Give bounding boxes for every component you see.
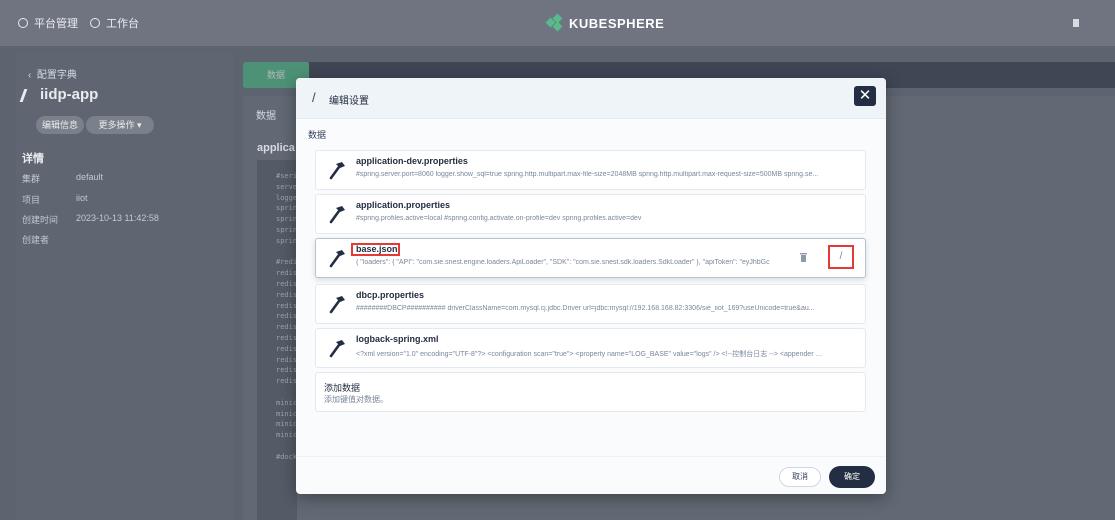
code-line: redis [276,377,298,386]
detail-value: default [76,172,104,182]
code-line: logge [276,193,298,202]
trash-icon[interactable] [800,253,807,262]
item-desc: #spring.profiles.active=local #spring.co… [356,215,642,222]
brand-name: KUBESPHERE [569,15,665,31]
code-line: redis [276,334,298,342]
workbench-icon [90,18,100,28]
item-desc: #spring.server.port=8060 logger.show_sql… [356,171,819,178]
data-item-base-json[interactable]: base.json { "loaders": { "API": "com.sie… [315,238,866,278]
hammer-icon [329,206,345,224]
code-line: redis [276,323,298,332]
modal-header [296,78,886,119]
detail-row-project: 项目 iiot [22,193,222,206]
hammer-icon [329,162,345,180]
hammer-icon [329,340,345,358]
modal-title: 编辑设置 [329,96,369,107]
code-line: minic [276,431,298,440]
hammer-icon [329,250,345,268]
code-line: redis [276,290,298,299]
add-data-item[interactable]: 添加数据 添加键值对数据。 [315,372,866,412]
kubesphere-logo[interactable]: KUBESPHERE [545,12,665,34]
back-link[interactable]: ‹ 配置字典 [28,66,77,81]
item-name: base.json [356,244,398,254]
data-item-application-dev[interactable]: application-dev.properties #spring.serve… [315,150,866,190]
back-label: 配置字典 [36,70,77,81]
item-name: application-dev.properties [356,156,468,166]
close-button[interactable]: ✕ [854,86,876,106]
item-desc: ########DBCP########## driverClassName=c… [356,305,815,312]
detail-row-created: 创建时间 2023-10-13 11:42:58 [22,213,222,226]
detail-row-cluster: 集群 default [22,172,222,185]
more-actions-button[interactable]: 更多操作 ▾ [86,116,154,134]
edit-icon: / [312,90,316,105]
add-data-desc: 添加键值对数据。 [324,395,388,404]
code-line: redis [276,355,298,364]
code-line: sprin [276,215,298,224]
edit-item-button[interactable]: / [828,245,854,269]
code-line: redis [276,366,298,375]
modal-section-label: 数据 [308,130,327,140]
code-line: sprin [276,226,298,234]
detail-title: 详情 [22,153,44,165]
data-item-application[interactable]: application.properties #spring.profiles.… [315,194,866,234]
item-name: application.properties [356,200,451,210]
platform-icon [18,18,28,28]
code-panel-title: applica [257,142,295,154]
add-data-title: 添加数据 [324,383,361,393]
item-desc: { "loaders": { "API": "com.sie.snest.eng… [356,259,770,266]
modal-footer-divider [296,456,886,457]
code-line: sprin [276,204,298,213]
data-section-label: 数据 [256,111,276,122]
code-line: minic [276,420,298,429]
code-line: minic [276,409,298,418]
detail-row-creator: 创建者 [22,233,222,246]
code-line: redis [276,344,298,353]
detail-key: 创建时间 [22,215,59,225]
platform-label: 平台管理 [34,18,78,30]
workbench-label: 工作台 [106,18,139,30]
platform-menu[interactable]: 平台管理 [18,14,78,32]
item-name: dbcp.properties [356,290,425,300]
detail-key: 项目 [22,195,41,205]
data-item-dbcp[interactable]: dbcp.properties ########DBCP########## d… [315,284,866,324]
detail-key: 创建者 [22,235,50,245]
code-line: redis [276,301,298,310]
ok-button[interactable]: 确定 [829,466,875,488]
edit-info-button[interactable]: 编辑信息 [36,116,84,134]
item-name: logback-spring.xml [356,334,439,344]
notification-icon[interactable] [1073,19,1079,27]
workbench-link[interactable]: 工作台 [90,14,139,32]
code-line: #seri [276,172,298,180]
data-item-logback[interactable]: logback-spring.xml <?xml version="1.0" e… [315,328,866,368]
code-line: #redi [276,258,298,267]
code-line: sprin [276,236,298,245]
item-desc: <?xml version="1.0" encoding="UTF-8"?> <… [356,351,826,358]
code-line: redis [276,269,298,278]
detail-value: 2023-10-13 11:42:58 [76,213,159,223]
code-line: redis [276,312,298,321]
hammer-icon [329,296,345,314]
kubesphere-logo-icon [545,13,563,32]
detail-value: iiot [76,193,88,203]
code-line: redis [276,280,298,288]
code-line: serve [276,182,298,191]
app-name: iidp-app [40,86,99,103]
code-line: minic [276,398,298,407]
cancel-button[interactable]: 取消 [779,467,821,487]
detail-key: 集群 [22,174,41,184]
